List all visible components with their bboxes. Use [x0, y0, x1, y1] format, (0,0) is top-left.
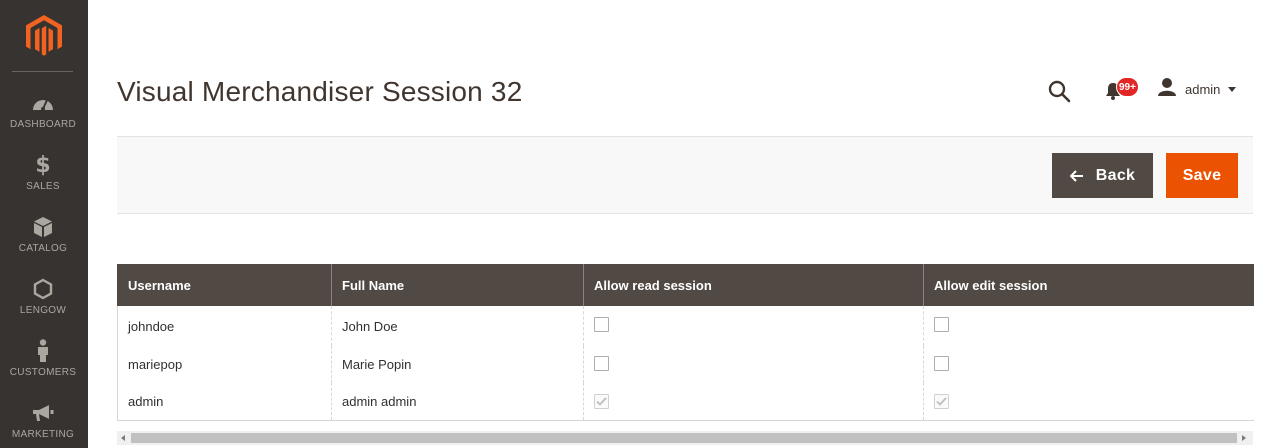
allow-edit-checkbox[interactable]: [934, 355, 949, 371]
cell-username: admin: [117, 383, 332, 421]
allow-edit-checkbox[interactable]: [934, 317, 949, 332]
user-menu[interactable]: admin: [1157, 77, 1237, 102]
scroll-left-icon[interactable]: [121, 435, 125, 441]
hexagon-icon: [33, 276, 53, 302]
dashboard-icon: [31, 90, 55, 116]
sidebar-item-customers[interactable]: CUSTOMERS: [0, 324, 86, 386]
checkmark-icon: [936, 397, 947, 406]
cell-allow-edit: [923, 383, 1254, 421]
save-button[interactable]: Save: [1166, 153, 1238, 198]
user-icon: [1157, 77, 1177, 102]
cell-allow-edit: [923, 346, 1254, 383]
cell-allow-read: [583, 383, 924, 421]
sidebar-divider: [12, 71, 73, 72]
scrollbar-thumb[interactable]: [131, 433, 1237, 443]
sidebar-item-label: LENGOW: [19, 305, 67, 316]
person-icon: [36, 338, 50, 364]
sidebar-item-label: DASHBOARD: [9, 119, 77, 130]
cell-full-name: Marie Popin: [331, 346, 584, 383]
box-icon: [33, 214, 53, 240]
arrow-left-icon: [1069, 169, 1084, 182]
sidebar-item-label: CUSTOMERS: [9, 367, 77, 378]
scroll-right-icon[interactable]: [1242, 435, 1246, 441]
search-icon[interactable]: [1047, 79, 1071, 103]
cell-username: johndoe: [117, 306, 332, 346]
sidebar-item-catalog[interactable]: CATALOG: [0, 200, 86, 262]
back-button[interactable]: Back: [1052, 153, 1153, 198]
horizontal-scrollbar[interactable]: [117, 431, 1253, 445]
sidebar-item-dashboard[interactable]: DASHBOARD: [0, 76, 86, 138]
user-name: admin: [1185, 81, 1221, 97]
cell-allow-read: [583, 306, 924, 346]
column-header-allow-edit[interactable]: Allow edit session: [923, 264, 1254, 306]
table-row: johndoe John Doe: [117, 306, 1254, 346]
column-header-full-name[interactable]: Full Name: [331, 264, 584, 306]
magento-logo[interactable]: [0, 0, 88, 72]
notifications-badge[interactable]: 99+: [1116, 77, 1139, 97]
grid-header-row: Username Full Name Allow read session Al…: [117, 264, 1254, 306]
permissions-grid: Username Full Name Allow read session Al…: [117, 264, 1254, 421]
cell-allow-edit: [923, 306, 1254, 346]
sidebar-item-label: CATALOG: [18, 243, 68, 254]
table-row: mariepop Marie Popin: [117, 346, 1254, 383]
table-row: admin admin admin: [117, 383, 1254, 421]
cell-allow-read: [583, 346, 924, 383]
back-button-label: Back: [1095, 166, 1136, 184]
allow-read-checkbox[interactable]: [594, 317, 609, 332]
page-title: Visual Merchandiser Session 32: [117, 76, 523, 107]
cell-username: mariepop: [117, 346, 332, 383]
dollar-icon: $: [35, 152, 51, 178]
column-header-username[interactable]: Username: [117, 264, 332, 306]
sidebar-item-marketing[interactable]: MARKETING: [0, 386, 86, 448]
allow-read-checkbox: [594, 393, 609, 409]
sidebar-item-lengow[interactable]: LENGOW: [0, 262, 86, 324]
checkmark-icon: [596, 397, 607, 406]
sidebar-item-label: SALES: [26, 181, 60, 192]
cell-full-name: admin admin: [331, 383, 584, 421]
allow-edit-checkbox: [934, 393, 949, 409]
allow-read-checkbox[interactable]: [594, 355, 609, 371]
save-button-label: Save: [1182, 166, 1222, 184]
column-header-allow-read[interactable]: Allow read session: [583, 264, 924, 306]
sidebar-item-label: MARKETING: [11, 429, 75, 440]
cell-full-name: John Doe: [331, 306, 584, 346]
sidebar-item-sales[interactable]: $ SALES: [0, 138, 86, 200]
megaphone-icon: [31, 400, 55, 426]
admin-sidebar: DASHBOARD $ SALES CATALOG LENGOW CUSTOME…: [0, 0, 88, 448]
chevron-down-icon: [1228, 86, 1237, 92]
